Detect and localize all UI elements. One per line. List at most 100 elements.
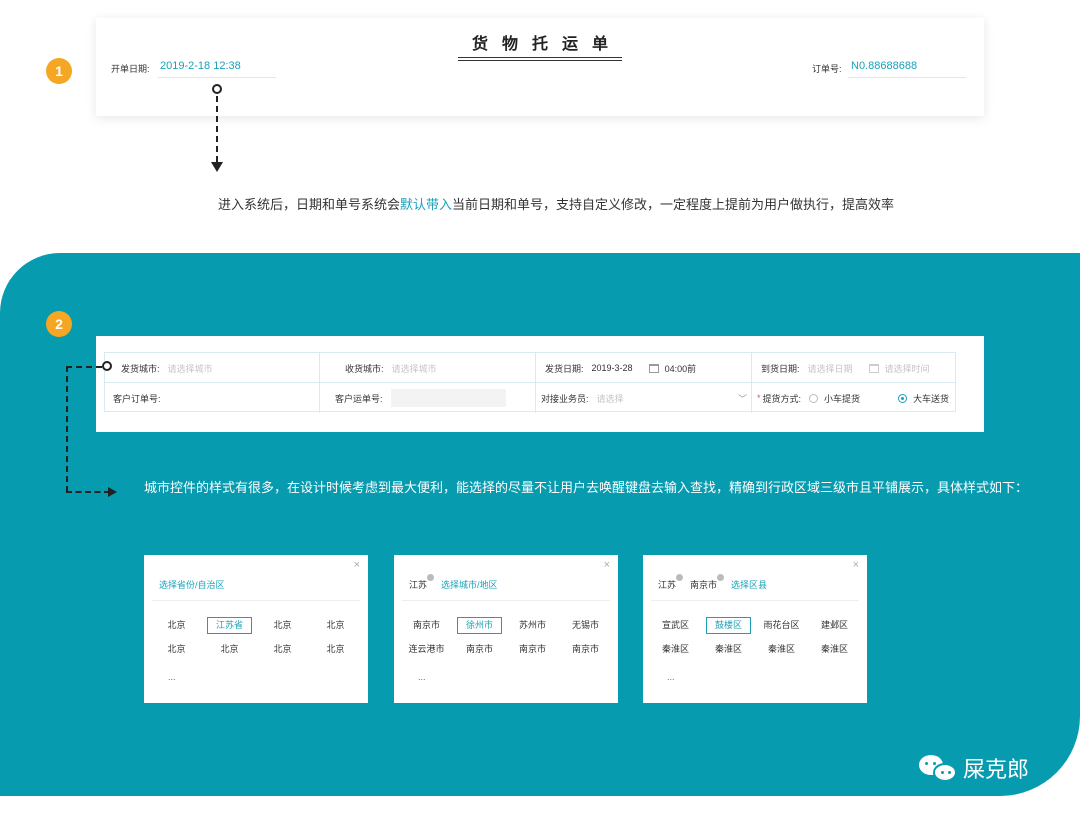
wechat-icon — [919, 753, 959, 783]
province-options: 北京 江苏省 北京 北京 北京 北京 北京 北京 — [150, 617, 362, 658]
ship-city-label: 发货城市: — [121, 363, 160, 374]
close-icon[interactable]: × — [354, 559, 360, 571]
pickup-option-big-car[interactable]: 大车送货 — [913, 392, 949, 405]
pickup-method-label: 提货方式: — [762, 393, 802, 404]
picker-option[interactable]: 秦淮区 — [653, 641, 698, 658]
picker-divider — [402, 600, 610, 601]
city-picker: × 江苏 选择城市/地区 南京市 徐州市 苏州市 无锡市 连云港市 南京市 南京… — [394, 555, 618, 703]
picker-option[interactable]: 北京 — [313, 641, 358, 658]
open-date-value[interactable]: 2019-2-18 12:38 — [160, 60, 241, 72]
receive-city-placeholder: 请选择城市 — [391, 363, 437, 374]
brand-name: 屎克郎 — [963, 757, 1030, 782]
picker-option[interactable]: 雨花台区 — [759, 617, 804, 634]
annotation-connector — [216, 96, 218, 162]
picker-option-selected[interactable]: 江苏省 — [207, 617, 252, 634]
receive-city-field[interactable]: 收货城市: 请选择城市 — [345, 353, 437, 383]
annotation-pin — [102, 361, 112, 371]
salesman-select[interactable]: 对接业务员: 请选择 ﹀ — [541, 383, 747, 413]
picker-header: 江苏 南京市 选择区县 — [658, 574, 767, 591]
breadcrumb-province[interactable]: 江苏 — [409, 574, 435, 591]
picker-tab-city[interactable]: 选择城市/地区 — [441, 578, 498, 591]
picker-option[interactable]: 南京市 — [404, 617, 449, 634]
breadcrumb-city[interactable]: 南京市 — [690, 574, 725, 591]
arrive-date-field[interactable]: 到货日期: 请选择日期 请选择时间 — [761, 353, 930, 383]
picker-option[interactable]: 北京 — [313, 617, 358, 634]
pickup-method-field: * 提货方式: 小车提货 大车送货 — [757, 383, 953, 413]
province-picker: × 选择省份/自治区 北京 江苏省 北京 北京 北京 北京 北京 北京 ... — [144, 555, 368, 703]
salesman-label: 对接业务员: — [541, 393, 589, 404]
receive-city-label: 收货城市: — [345, 363, 384, 374]
step-2-badge: 2 — [46, 311, 72, 337]
brand-watermark: 屎克郎 — [919, 752, 1029, 784]
clear-icon[interactable] — [427, 574, 435, 581]
shipment-form-card: 发货城市: 请选择城市 收货城市: 请选择城市 发货日期: 2019-3-28 … — [96, 336, 984, 432]
picker-header: 江苏 选择城市/地区 — [409, 574, 498, 591]
picker-option[interactable]: 南京市 — [563, 641, 608, 658]
picker-option[interactable]: 无锡市 — [563, 617, 608, 634]
customer-waybill-label: 客户运单号: — [335, 393, 383, 404]
column-divider — [751, 353, 752, 413]
column-divider — [535, 353, 536, 413]
picker-option[interactable]: 建邺区 — [812, 617, 857, 634]
picker-option[interactable]: 南京市 — [510, 641, 555, 658]
picker-option[interactable]: 北京 — [154, 617, 199, 634]
more-options[interactable]: ... — [667, 672, 675, 682]
picker-option[interactable]: 北京 — [154, 641, 199, 658]
pickup-option-small-car[interactable]: 小车提货 — [824, 392, 860, 405]
radio-small-car[interactable] — [809, 393, 819, 403]
ship-date-value: 2019-3-28 — [591, 363, 633, 373]
picker-option[interactable]: 秦淮区 — [812, 641, 857, 658]
picker-option[interactable]: 连云港市 — [404, 641, 449, 658]
customer-order-field[interactable]: 客户订单号: — [113, 383, 161, 413]
arrow-down-icon — [211, 162, 223, 172]
clear-icon[interactable] — [717, 574, 725, 581]
picker-option[interactable]: 北京 — [260, 641, 305, 658]
annotation-connector — [66, 366, 102, 368]
calendar-icon[interactable] — [868, 363, 879, 373]
annotation-pin — [212, 84, 222, 94]
district-options: 宣武区 鼓楼区 雨花台区 建邺区 秦淮区 秦淮区 秦淮区 秦淮区 — [649, 617, 861, 658]
picker-option[interactable]: 宣武区 — [653, 617, 698, 634]
arrive-time-placeholder[interactable]: 请选择时间 — [885, 362, 930, 375]
picker-option[interactable]: 南京市 — [457, 641, 502, 658]
chevron-down-icon[interactable]: ﹀ — [738, 392, 747, 405]
district-picker: × 江苏 南京市 选择区县 宣武区 鼓楼区 雨花台区 建邺区 秦淮区 秦淮区 秦… — [643, 555, 867, 703]
salesman-placeholder: 请选择 — [596, 393, 624, 404]
form-row-1: 发货城市: 请选择城市 收货城市: 请选择城市 发货日期: 2019-3-28 … — [105, 353, 955, 383]
ship-date-label: 发货日期: — [545, 363, 584, 374]
picker-option[interactable]: 苏州市 — [510, 617, 555, 634]
customer-waybill-input[interactable] — [390, 389, 506, 407]
arrow-right-icon — [108, 487, 117, 497]
customer-order-label: 客户订单号: — [113, 393, 161, 404]
order-number-value[interactable]: N0.88688688 — [851, 60, 917, 72]
annotation-connector — [66, 491, 110, 493]
ship-city-field[interactable]: 发货城市: 请选择城市 — [121, 353, 213, 383]
more-options[interactable]: ... — [168, 672, 176, 682]
picker-option[interactable]: 秦淮区 — [759, 641, 804, 658]
picker-tab-province[interactable]: 选择省份/自治区 — [159, 578, 225, 591]
form-row-2: 客户订单号: 客户运单号: 对接业务员: 请选择 ﹀ * 提货方式: 小车提货 … — [105, 383, 955, 413]
customer-waybill-field[interactable]: 客户运单号: — [335, 383, 506, 413]
picker-option-selected[interactable]: 徐州市 — [457, 617, 502, 634]
close-icon[interactable]: × — [853, 559, 859, 571]
radio-big-car[interactable] — [898, 393, 908, 403]
breadcrumb-province[interactable]: 江苏 — [658, 574, 684, 591]
picker-option[interactable]: 北京 — [260, 617, 305, 634]
ship-city-placeholder: 请选择城市 — [167, 363, 213, 374]
clear-icon[interactable] — [676, 574, 684, 581]
more-options[interactable]: ... — [418, 672, 426, 682]
ship-time-value[interactable]: 04:00前 — [665, 362, 697, 375]
ship-date-field[interactable]: 发货日期: 2019-3-28 04:00前 — [545, 353, 696, 383]
picker-option-selected[interactable]: 鼓楼区 — [706, 617, 751, 634]
picker-option[interactable]: 秦淮区 — [706, 641, 751, 658]
picker-option[interactable]: 北京 — [207, 641, 252, 658]
picker-divider — [651, 600, 859, 601]
close-icon[interactable]: × — [604, 559, 610, 571]
note-default-values: 进入系统后，日期和单号系统会默认带入当前日期和单号，支持自定义修改，一定程度上提… — [218, 197, 895, 212]
calendar-icon[interactable] — [648, 363, 659, 373]
picker-tab-district[interactable]: 选择区县 — [731, 578, 767, 591]
teal-section-background — [0, 253, 1080, 796]
order-number-label: 订单号: — [812, 64, 842, 74]
annotation-connector — [66, 366, 68, 492]
open-date-label: 开单日期: — [111, 64, 150, 74]
